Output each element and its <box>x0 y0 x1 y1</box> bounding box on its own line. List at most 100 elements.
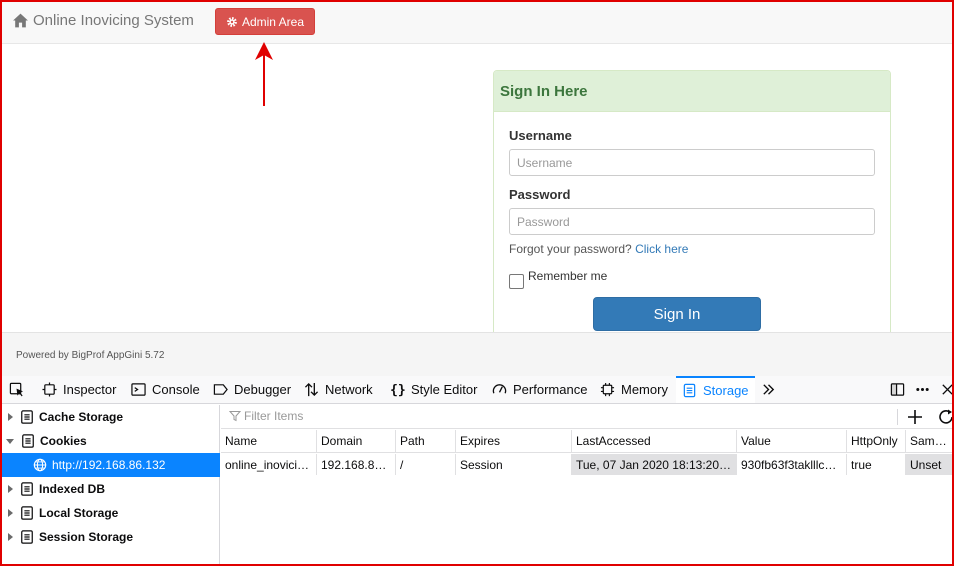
column-header-path[interactable]: Path <box>396 430 456 452</box>
expand-arrow-icon[interactable] <box>8 509 13 517</box>
tab-console[interactable]: Console <box>131 376 200 403</box>
tab-style-editor-label: Style Editor <box>411 382 478 397</box>
svg-text:{}: {} <box>390 383 405 397</box>
tab-memory[interactable]: Memory <box>600 376 668 403</box>
forgot-password-link[interactable]: Click here <box>635 242 688 256</box>
close-icon <box>942 384 953 395</box>
storage-sidebar: Cache Storage Cookies http://192.168.86.… <box>0 405 220 566</box>
tab-style-editor[interactable]: {} Style Editor <box>390 376 477 403</box>
expand-arrow-icon[interactable] <box>8 533 13 541</box>
remember-me-row: Remember me <box>509 269 875 289</box>
filter-items-input[interactable]: Filter Items <box>229 409 303 423</box>
brand-title: Online Inovicing System <box>33 12 194 29</box>
brand-link[interactable]: Online Inovicing System <box>12 12 194 29</box>
tab-inspector[interactable]: Inspector <box>42 376 116 403</box>
password-label: Password <box>509 187 571 202</box>
admin-area-button[interactable]: Admin Area <box>215 8 315 35</box>
style-editor-icon: {} <box>390 383 405 397</box>
storage-icon <box>21 506 33 520</box>
ellipsis-icon <box>916 388 929 391</box>
console-icon <box>131 383 146 396</box>
debugger-icon <box>213 384 228 395</box>
element-picker-button[interactable] <box>9 376 24 403</box>
element-picker-icon <box>9 382 24 397</box>
tab-inspector-label: Inspector <box>63 382 117 397</box>
chevron-double-right-icon <box>763 384 775 395</box>
refresh-icon[interactable] <box>937 408 954 426</box>
sidebar-item-label: Cookies <box>40 434 87 448</box>
filter-icon <box>229 411 241 422</box>
column-header-samesite[interactable]: SameSite <box>906 430 954 452</box>
cookies-table-header: Name Domain Path Expires LastAccessed Va… <box>221 430 954 453</box>
dock-toggle-button[interactable] <box>890 376 905 403</box>
tab-network[interactable]: Network <box>304 376 373 403</box>
tab-storage-label: Storage <box>703 383 749 398</box>
admin-area-label: Admin Area <box>241 14 305 29</box>
sidebar-item-local-storage[interactable]: Local Storage <box>0 501 220 525</box>
remember-me-checkbox[interactable] <box>509 274 524 289</box>
storage-icon <box>22 434 34 448</box>
memory-icon <box>600 382 615 397</box>
tab-performance[interactable]: Performance <box>492 376 587 403</box>
page-footer: Powered by BigProf AppGini 5.72 <box>0 332 954 376</box>
expand-arrow-icon[interactable] <box>8 413 13 421</box>
filter-placeholder: Filter Items <box>244 409 304 423</box>
storage-icon <box>21 482 33 496</box>
column-header-name[interactable]: Name <box>221 430 317 452</box>
filter-bar: Filter Items <box>221 405 954 429</box>
close-devtools-button[interactable] <box>940 376 954 403</box>
powered-by-text: Powered by BigProf AppGini 5.72 <box>16 350 165 361</box>
signin-panel: Sign In Here Username Password Forgot yo… <box>493 70 891 338</box>
cell-value: 930fb63f3taklllck… <box>737 454 847 475</box>
storage-icon <box>21 530 33 544</box>
sidebar-item-indexed-db[interactable]: Indexed DB <box>0 477 220 501</box>
collapse-arrow-icon[interactable] <box>6 438 14 444</box>
username-input[interactable] <box>509 149 875 176</box>
column-header-value[interactable]: Value <box>737 430 847 452</box>
network-icon <box>304 382 319 397</box>
signin-heading: Sign In Here <box>494 71 890 112</box>
globe-icon <box>33 458 47 472</box>
cell-httponly: true <box>847 454 906 475</box>
storage-icon <box>21 410 33 424</box>
options-menu-button[interactable] <box>915 376 930 403</box>
column-header-domain[interactable]: Domain <box>317 430 396 452</box>
tab-memory-label: Memory <box>621 382 668 397</box>
sidebar-item-label: Indexed DB <box>39 482 106 496</box>
sign-in-button[interactable]: Sign In <box>593 297 761 331</box>
sidebar-item-label: Cache Storage <box>39 410 124 424</box>
cell-name: online_inovicin… <box>221 454 317 475</box>
column-header-expires[interactable]: Expires <box>456 430 572 452</box>
toolbar-divider <box>897 409 898 425</box>
table-row[interactable]: online_inovicin… 192.168.86.… / Session … <box>221 454 954 475</box>
tab-console-label: Console <box>152 382 200 397</box>
sidebar-item-session-storage[interactable]: Session Storage <box>0 525 220 549</box>
performance-icon <box>492 384 507 394</box>
expand-arrow-icon[interactable] <box>8 485 13 493</box>
cell-domain: 192.168.86.… <box>317 454 396 475</box>
column-header-lastaccessed[interactable]: LastAccessed <box>572 430 737 452</box>
remember-me-label[interactable]: Remember me <box>528 269 607 283</box>
username-label: Username <box>509 128 572 143</box>
cell-lastaccessed: Tue, 07 Jan 2020 18:13:20 GMT <box>572 454 737 475</box>
cell-path: / <box>396 454 456 475</box>
cell-expires: Session <box>456 454 572 475</box>
password-input[interactable] <box>509 208 875 235</box>
add-item-icon[interactable] <box>905 407 925 427</box>
tab-network-label: Network <box>325 382 373 397</box>
tab-storage[interactable]: Storage <box>676 376 755 403</box>
sidebar-item-cache-storage[interactable]: Cache Storage <box>0 405 220 429</box>
dock-side-icon <box>890 383 905 396</box>
sidebar-item-label: Local Storage <box>39 506 119 520</box>
forgot-password-text: Forgot your password? <box>509 242 632 256</box>
sidebar-item-cookies[interactable]: Cookies <box>0 429 220 453</box>
sidebar-item-cookie-host[interactable]: http://192.168.86.132 <box>0 453 220 477</box>
sidebar-item-label: http://192.168.86.132 <box>52 458 166 472</box>
gear-icon <box>227 16 237 27</box>
more-tools-button[interactable] <box>761 376 776 403</box>
forgot-password-row: Forgot your password? Click here <box>509 242 875 256</box>
tab-debugger[interactable]: Debugger <box>213 376 291 403</box>
navbar: Online Inovicing System Admin Area <box>0 0 954 44</box>
column-header-httponly[interactable]: HttpOnly <box>847 430 906 452</box>
tab-debugger-label: Debugger <box>234 382 292 397</box>
